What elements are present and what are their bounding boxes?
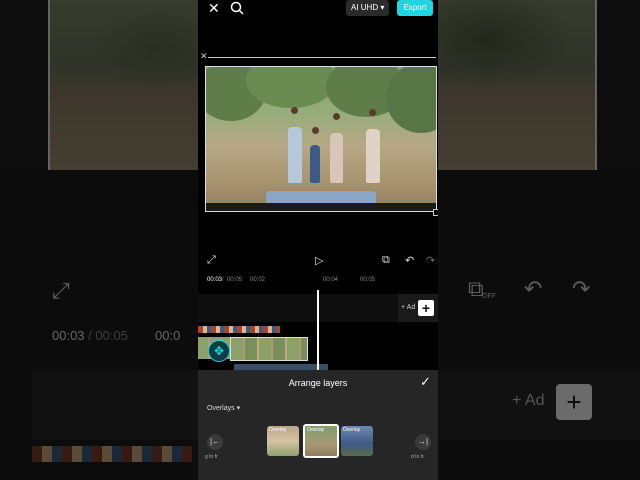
top-bar: ✕ AI UHD ▾ Export [198, 0, 438, 18]
current-time: 00:03 [207, 277, 223, 283]
playhead[interactable] [317, 290, 319, 370]
timeline-ruler: 00:03 / 00:05 00:02 00:04 00:05 [207, 277, 376, 283]
background-fullscreen-icon: ⤢ [52, 278, 70, 303]
selection-close-icon[interactable]: ✕ [200, 51, 208, 62]
ruler-tick: 00:04 [323, 277, 339, 283]
total-time: 00:05 [227, 277, 243, 283]
layer-thumb-selected[interactable]: Overlay [303, 424, 339, 458]
background-plus-button: + [556, 384, 592, 420]
pip-icon[interactable]: ⧉ [382, 254, 390, 267]
ruler-tick: 00:05 [360, 277, 376, 283]
background-time-2: 00:0 [155, 328, 181, 343]
main-track[interactable] [198, 294, 398, 322]
ruler-tick: 00:02 [250, 277, 266, 283]
move-icon[interactable]: ✥ [208, 340, 230, 362]
confirm-icon[interactable]: ✓ [420, 374, 431, 390]
selected-overlay-clip[interactable] [230, 337, 308, 361]
arrange-layers-sheet: Arrange layers ✓ Overlays ▾ |← g to fr O… [198, 370, 438, 480]
background-add-label: + Ad [512, 392, 545, 409]
fullscreen-icon[interactable]: ⤢ [207, 254, 216, 267]
play-icon[interactable]: ▷ [315, 254, 323, 267]
bring-to-front-label: g to fr [205, 454, 218, 460]
selection-frame-line [208, 57, 436, 58]
resize-handle[interactable] [433, 209, 438, 216]
bring-to-front-icon[interactable]: |← [207, 434, 223, 450]
send-to-back-label: d to b [411, 454, 424, 460]
overlay-clip-strip[interactable] [198, 326, 280, 333]
layer-thumb[interactable]: Overlay [341, 426, 373, 456]
quality-dropdown[interactable]: AI UHD ▾ [346, 0, 390, 16]
send-to-back-icon[interactable]: →| [415, 434, 431, 450]
search-icon[interactable] [230, 1, 244, 20]
overlays-dropdown[interactable]: Overlays ▾ [207, 404, 240, 412]
redo-icon[interactable]: ↷ [426, 254, 435, 267]
sheet-title: Arrange layers [288, 378, 348, 388]
undo-icon[interactable]: ↶ [405, 254, 414, 267]
layer-thumb[interactable]: Overlay [267, 426, 299, 456]
background-time: 00:03 / 00:05 [52, 328, 128, 343]
background-redo-icon: ↷ [572, 276, 591, 301]
preview-photo[interactable] [205, 66, 437, 212]
close-icon[interactable]: ✕ [208, 0, 220, 17]
add-clip-button[interactable]: + [418, 300, 434, 316]
background-clip-strip [32, 446, 192, 462]
phone-screen: ✕ AI UHD ▾ Export ✕ ⤢ ▷ ⧉ ↶ ↷ 00:03 / 00… [198, 0, 438, 480]
background-undo-icon: ↶ [524, 276, 543, 301]
background-off-label: OFF [482, 293, 496, 300]
add-label[interactable]: + Ad [401, 304, 415, 311]
export-button[interactable]: Export [397, 0, 433, 16]
